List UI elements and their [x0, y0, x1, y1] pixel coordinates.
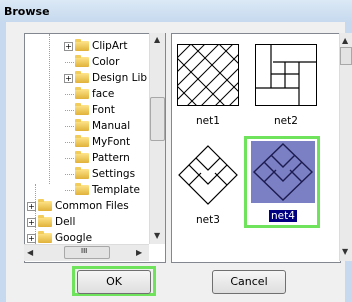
net1-pattern-icon [177, 44, 239, 106]
scroll-down-icon[interactable]: ▼ [342, 247, 348, 256]
tree-item[interactable]: + ClipArt [25, 38, 150, 54]
folder-icon [75, 103, 89, 115]
folder-icon [38, 215, 52, 227]
tree-item-label: face [92, 88, 115, 100]
cancel-button[interactable]: Cancel [212, 270, 286, 294]
grid-scroll-thumb[interactable] [340, 47, 352, 65]
tree-item-label: ClipArt [92, 40, 128, 52]
tree-hscroll-thumb[interactable]: III [64, 246, 110, 259]
tree-item[interactable]: + Dell [25, 214, 150, 230]
tree-item[interactable]: Manual [25, 118, 150, 134]
tree-item[interactable]: Template [25, 182, 150, 198]
tree-item-label: Font [92, 104, 115, 116]
tree-item[interactable]: Pattern [25, 150, 150, 166]
folder-icon [75, 119, 89, 131]
scroll-up-icon[interactable]: ▲ [154, 35, 160, 44]
pattern-net3[interactable] [177, 144, 239, 206]
expand-icon[interactable]: + [27, 202, 36, 211]
pattern-label: net2 [274, 115, 298, 127]
scroll-up-icon[interactable]: ▲ [342, 36, 348, 45]
folder-icon [38, 199, 52, 211]
pattern-label: net1 [196, 115, 220, 127]
tree-item[interactable]: Color [25, 54, 150, 70]
selection-highlight-frame [244, 136, 320, 228]
expand-icon[interactable]: + [27, 218, 36, 227]
tree-item-label: Template [92, 184, 140, 196]
tree-item-label: Manual [92, 120, 131, 132]
scroll-down-icon[interactable]: ▼ [154, 231, 160, 240]
folder-tree[interactable]: + ClipArt Color + Design Lib face Font M… [24, 33, 166, 263]
folder-icon [75, 39, 89, 51]
folder-icon [75, 71, 89, 83]
pattern-net1[interactable] [177, 44, 239, 106]
browse-dialog: Browse + ClipArt Color + Design Lib face [0, 0, 352, 302]
title-bar: Browse [0, 0, 352, 22]
tree-item-label: Common Files [55, 200, 129, 212]
scroll-left-icon[interactable]: ◀ [27, 248, 33, 257]
grid-vertical-scrollbar[interactable]: ▲ ▼ [339, 33, 352, 261]
tree-item-label: Color [92, 56, 120, 68]
grip-icon: III [81, 247, 88, 255]
folder-icon [75, 55, 89, 67]
expand-icon[interactable]: + [27, 234, 36, 243]
expand-icon[interactable]: + [64, 42, 73, 51]
window-frame-left [0, 22, 6, 302]
tree-item-label: MyFont [92, 136, 131, 148]
scroll-right-icon[interactable]: ▶ [136, 248, 142, 257]
tree-item[interactable]: + Common Files [25, 198, 150, 214]
tree-item[interactable]: + Design Lib [25, 70, 150, 86]
folder-icon [75, 151, 89, 163]
folder-icon [75, 135, 89, 147]
tree-item[interactable]: MyFont [25, 134, 150, 150]
tree-item-label: Pattern [92, 152, 130, 164]
folder-icon [75, 87, 89, 99]
folder-icon [75, 183, 89, 195]
folder-icon [38, 231, 52, 243]
pattern-net2[interactable] [255, 44, 317, 106]
tree-item-label: Google [55, 232, 93, 244]
pattern-label: net3 [196, 214, 220, 226]
tree-item-label: Dell [55, 216, 76, 228]
folder-icon [75, 167, 89, 179]
ok-button[interactable]: OK [77, 270, 151, 294]
tree-item-label: Settings [92, 168, 136, 180]
net2-pattern-icon [255, 44, 317, 106]
net3-pattern-icon [177, 144, 239, 206]
tree-item[interactable]: Settings [25, 166, 150, 182]
tree-item[interactable]: Font [25, 102, 150, 118]
expand-icon[interactable]: + [64, 74, 73, 83]
tree-item[interactable]: face [25, 86, 150, 102]
tree-scroll-thumb[interactable] [150, 97, 165, 141]
tree-item-label: Design Lib [92, 72, 148, 84]
window-title: Browse [4, 5, 50, 18]
